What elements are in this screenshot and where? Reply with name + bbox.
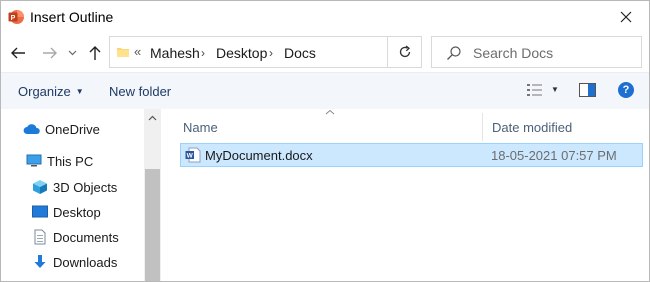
- file-date-modified: 18-05-2021 07:57 PM: [491, 148, 617, 163]
- forward-button[interactable]: [39, 34, 61, 71]
- breadcrumb-desktop[interactable]: Desktop: [216, 45, 267, 61]
- breadcrumb-separator[interactable]: ›: [201, 46, 205, 60]
- svg-text:P: P: [11, 15, 16, 22]
- cloud-icon: [23, 121, 41, 137]
- sidebar-scrollbar[interactable]: [144, 109, 161, 281]
- navigation-pane: OneDrive This PC 3D Objects Desktop Docu…: [1, 109, 161, 281]
- word-doc-icon: W: [185, 147, 201, 163]
- navigation-bar: « Mahesh › Desktop › Docs Search Docs: [1, 34, 649, 71]
- sidebar-item-3d-objects[interactable]: 3D Objects: [31, 175, 117, 199]
- file-list: Name Date modified W MyDocument.docx 18-…: [162, 109, 649, 281]
- sidebar-item-label: This PC: [47, 153, 94, 169]
- recent-locations-button[interactable]: [65, 34, 79, 71]
- column-header-name[interactable]: Name: [183, 113, 218, 141]
- view-options-caret[interactable]: ▼: [551, 85, 559, 94]
- column-header-date-modified[interactable]: Date modified: [492, 113, 572, 141]
- organize-caret: ▼: [75, 87, 84, 96]
- sidebar-item-downloads[interactable]: Downloads: [31, 250, 117, 274]
- file-name: MyDocument.docx: [205, 148, 313, 163]
- new-folder-button[interactable]: New folder: [109, 84, 171, 99]
- sidebar-item-label: Documents: [53, 229, 119, 245]
- sidebar-item-label: 3D Objects: [53, 179, 118, 195]
- window-title: Insert Outline: [30, 9, 114, 25]
- refresh-button[interactable]: [387, 36, 422, 68]
- computer-icon: [25, 153, 43, 169]
- scroll-up-button[interactable]: [144, 109, 161, 126]
- address-bar[interactable]: « Mahesh › Desktop › Docs: [109, 36, 422, 68]
- desktop-icon: [31, 204, 49, 220]
- sidebar-item-desktop[interactable]: Desktop: [31, 200, 101, 224]
- breadcrumb-mahesh[interactable]: Mahesh: [150, 45, 200, 61]
- sidebar-item-label: OneDrive: [45, 121, 100, 137]
- svg-text:W: W: [187, 153, 194, 160]
- organize-label: Organize: [18, 84, 71, 99]
- title-bar: P Insert Outline: [1, 1, 649, 32]
- sidebar-item-label: Downloads: [53, 254, 118, 270]
- view-details-icon[interactable]: [526, 82, 544, 98]
- organize-button[interactable]: Organize ▼: [18, 84, 84, 99]
- sidebar-item-onedrive[interactable]: OneDrive: [23, 117, 100, 141]
- preview-pane-icon[interactable]: [579, 83, 597, 98]
- file-row[interactable]: W MyDocument.docx 18-05-2021 07:57 PM: [180, 143, 643, 167]
- documents-icon: [31, 229, 49, 245]
- back-button[interactable]: [7, 34, 29, 71]
- folder-icon: [117, 48, 129, 57]
- sidebar-item-label: Desktop: [53, 204, 101, 220]
- help-button[interactable]: ?: [618, 82, 634, 98]
- sidebar-item-documents[interactable]: Documents: [31, 225, 119, 249]
- sort-ascending-icon: [325, 109, 335, 115]
- scroll-thumb[interactable]: [145, 169, 160, 281]
- back-arrow-icon: [11, 47, 25, 58]
- sidebar-item-this-pc[interactable]: This PC: [25, 149, 93, 173]
- cube-icon: [31, 179, 49, 195]
- breadcrumb-docs[interactable]: Docs: [284, 45, 316, 61]
- chevron-down-icon: [68, 50, 76, 55]
- close-icon: [620, 11, 632, 22]
- refresh-icon: [399, 45, 410, 58]
- close-button[interactable]: [603, 1, 649, 32]
- breadcrumb-separator[interactable]: ›: [269, 46, 273, 60]
- insert-outline-dialog: P Insert Outline « Mahesh › Desktop › Do…: [0, 0, 650, 282]
- up-button[interactable]: [85, 34, 105, 71]
- search-placeholder: Search Docs: [473, 45, 554, 61]
- download-icon: [31, 254, 49, 270]
- chevron-up-icon: [148, 115, 157, 120]
- search-box[interactable]: Search Docs: [431, 36, 642, 68]
- up-arrow-icon: [89, 45, 101, 60]
- forward-arrow-icon: [43, 47, 57, 58]
- column-divider[interactable]: [482, 113, 483, 141]
- search-icon: [447, 46, 461, 60]
- powerpoint-icon: P: [8, 10, 24, 24]
- overflow-chevron[interactable]: «: [134, 44, 141, 59]
- command-bar: Organize ▼ New folder ▼ ?: [1, 72, 649, 109]
